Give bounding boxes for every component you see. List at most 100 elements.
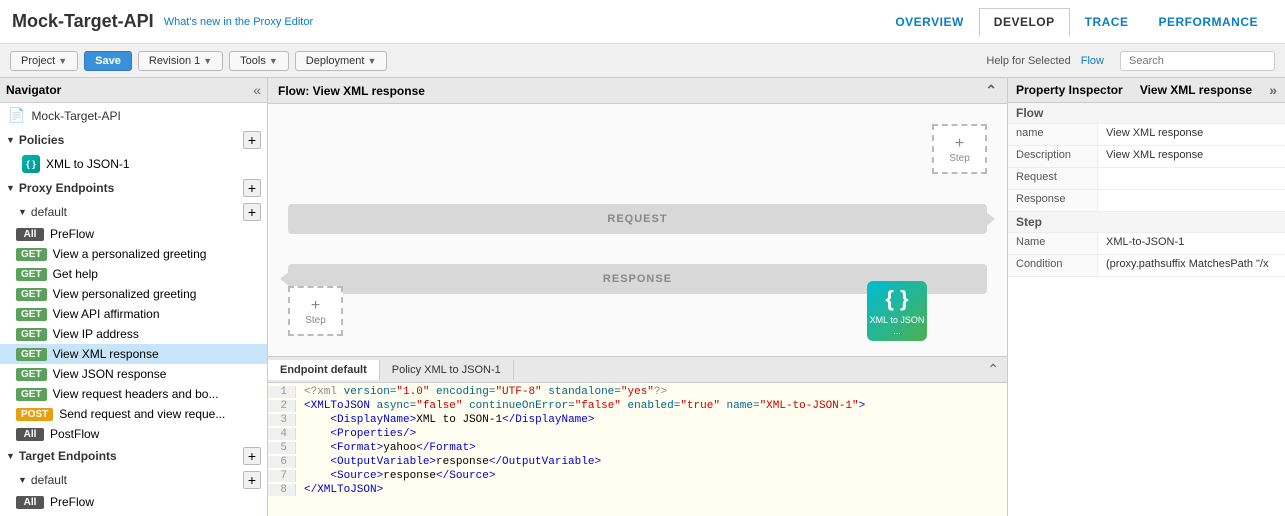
main-layout: Navigator « 📄 Mock-Target-API ▼ Policies… bbox=[0, 78, 1285, 516]
right-panel-header: Property Inspector View XML response » bbox=[1008, 78, 1285, 103]
proxy-endpoints-add-button[interactable]: + bbox=[243, 179, 261, 197]
navigator-title: Navigator bbox=[6, 83, 61, 97]
deployment-dropdown[interactable]: Deployment ▼ bbox=[295, 51, 388, 71]
flow-postflow[interactable]: All PostFlow bbox=[0, 424, 267, 444]
flow-label-5: View XML response bbox=[53, 347, 159, 361]
doc-icon: 📄 bbox=[8, 107, 25, 124]
policies-section-header[interactable]: ▼ Policies + bbox=[0, 128, 267, 152]
property-inspector-title: Property Inspector bbox=[1016, 83, 1123, 97]
flow-view-ip[interactable]: GET View IP address bbox=[0, 324, 267, 344]
flow-view-xml[interactable]: GET View XML response bbox=[0, 344, 267, 364]
flow-view-headers[interactable]: GET View request headers and bo... bbox=[0, 384, 267, 404]
code-line-4: 4 <Properties/> bbox=[268, 427, 1007, 441]
flow-send-request[interactable]: POST Send request and view reque... bbox=[0, 404, 267, 424]
line-num-8: 8 bbox=[268, 484, 296, 496]
step-box-bottom[interactable]: + Step bbox=[288, 286, 343, 336]
code-area: 1 <?xml version="1.0" encoding="UTF-8" s… bbox=[268, 383, 1007, 516]
prop-key-name: name bbox=[1008, 124, 1098, 145]
default-endpoint-label: default bbox=[31, 205, 67, 219]
flow-expand-icon[interactable]: ⌃ bbox=[985, 82, 997, 99]
badge-get-0: GET bbox=[16, 248, 47, 261]
bottom-section: Endpoint default Policy XML to JSON-1 ⌃ … bbox=[268, 356, 1007, 516]
default-add-button[interactable]: + bbox=[243, 203, 261, 221]
policy-xml-icon: { } bbox=[22, 155, 40, 173]
toolbar: Project ▼ Save Revision 1 ▼ Tools ▼ Depl… bbox=[0, 44, 1285, 78]
tab-policy-xml[interactable]: Policy XML to JSON-1 bbox=[380, 360, 514, 380]
sidebar-header: Navigator « bbox=[0, 78, 267, 103]
target-endpoints-add-button[interactable]: + bbox=[243, 447, 261, 465]
line-num-3: 3 bbox=[268, 414, 296, 426]
code-line-7: 7 <Source>response</Source> bbox=[268, 469, 1007, 483]
save-button[interactable]: Save bbox=[84, 51, 132, 71]
tools-dropdown[interactable]: Tools ▼ bbox=[229, 51, 289, 71]
prop-row-name: name View XML response bbox=[1008, 124, 1285, 146]
prop-row-step-name: Name XML-to-JSON-1 bbox=[1008, 233, 1285, 255]
right-panel: Property Inspector View XML response » F… bbox=[1007, 78, 1285, 516]
flow-preflow[interactable]: All PreFlow bbox=[0, 224, 267, 244]
nav-tabs: OVERVIEW DEVELOP TRACE PERFORMANCE bbox=[880, 8, 1273, 36]
flow-view-json[interactable]: GET View JSON response bbox=[0, 364, 267, 384]
tab-develop[interactable]: DEVELOP bbox=[979, 8, 1070, 36]
badge-post-0: POST bbox=[16, 408, 53, 421]
sidebar-root-item[interactable]: 📄 Mock-Target-API bbox=[0, 103, 267, 128]
flow-view-affirmation[interactable]: GET View API affirmation bbox=[0, 304, 267, 324]
bottom-expand-icon[interactable]: ⌃ bbox=[979, 357, 1007, 382]
flow-view-personalized[interactable]: GET View personalized greeting bbox=[0, 284, 267, 304]
flow-get-help[interactable]: GET Get help bbox=[0, 264, 267, 284]
right-expand-icon[interactable]: » bbox=[1269, 82, 1277, 98]
prop-key-description: Description bbox=[1008, 146, 1098, 167]
target-endpoints-section[interactable]: ▼ Target Endpoints + bbox=[0, 444, 267, 468]
prop-val-request bbox=[1098, 168, 1285, 189]
flow-link[interactable]: Flow bbox=[1081, 55, 1104, 67]
prop-key-step-name: Name bbox=[1008, 233, 1098, 254]
target-preflow[interactable]: All PreFlow bbox=[0, 492, 267, 512]
policy-xml-to-json[interactable]: { } XML to JSON-1 bbox=[0, 152, 267, 176]
request-row: REQUEST bbox=[268, 204, 1007, 234]
project-dropdown[interactable]: Project ▼ bbox=[10, 51, 78, 71]
flow-label-1: Get help bbox=[53, 267, 98, 281]
target-default-triangle: ▼ bbox=[18, 475, 27, 485]
tab-endpoint-default[interactable]: Endpoint default bbox=[268, 360, 380, 380]
code-content-2: <XMLToJSON async="false" continueOnError… bbox=[304, 400, 1007, 412]
target-default-add-button[interactable]: + bbox=[243, 471, 261, 489]
tab-trace[interactable]: TRACE bbox=[1070, 8, 1144, 36]
tab-overview[interactable]: OVERVIEW bbox=[880, 8, 978, 36]
target-default-header[interactable]: ▼ default + bbox=[0, 468, 267, 492]
revision-dropdown[interactable]: Revision 1 ▼ bbox=[138, 51, 223, 71]
code-content-8: </XMLToJSON> bbox=[304, 484, 1007, 496]
badge-get-5: GET bbox=[16, 348, 47, 361]
policy-node-label: XML to JSON ... bbox=[867, 315, 927, 337]
line-num-6: 6 bbox=[268, 456, 296, 468]
policies-add-button[interactable]: + bbox=[243, 131, 261, 149]
proxy-endpoints-label: Proxy Endpoints bbox=[19, 181, 114, 195]
flow-label-9: PostFlow bbox=[50, 427, 99, 441]
tab-performance[interactable]: PERFORMANCE bbox=[1143, 8, 1273, 36]
code-content-4: <Properties/> bbox=[304, 428, 1007, 440]
target-triangle: ▼ bbox=[6, 451, 15, 461]
prop-key-condition: Condition bbox=[1008, 255, 1098, 276]
prop-val-description: View XML response bbox=[1098, 146, 1285, 167]
step-box-top[interactable]: + Step bbox=[932, 124, 987, 174]
proxy-endpoints-section[interactable]: ▼ Proxy Endpoints + bbox=[0, 176, 267, 200]
flow-label-7: View request headers and bo... bbox=[53, 387, 219, 401]
flow-title: Flow: View XML response bbox=[278, 84, 425, 98]
prop-val-condition: (proxy.pathsuffix MatchesPath "/x bbox=[1098, 255, 1285, 276]
center-panel: Flow: View XML response ⌃ + Step REQUEST… bbox=[268, 78, 1007, 516]
badge-get-2: GET bbox=[16, 288, 47, 301]
policy-node[interactable]: { } XML to JSON ... bbox=[867, 281, 927, 341]
code-line-1: 1 <?xml version="1.0" encoding="UTF-8" s… bbox=[268, 385, 1007, 399]
default-endpoint-header[interactable]: ▼ default + bbox=[0, 200, 267, 224]
sidebar: Navigator « 📄 Mock-Target-API ▼ Policies… bbox=[0, 78, 268, 516]
code-line-2: 2 <XMLToJSON async="false" continueOnErr… bbox=[268, 399, 1007, 413]
property-inspector-subtitle: View XML response bbox=[1140, 83, 1252, 97]
target-endpoints-label: Target Endpoints bbox=[19, 449, 117, 463]
flow-personalized-greeting[interactable]: GET View a personalized greeting bbox=[0, 244, 267, 264]
badge-all-target: All bbox=[16, 496, 44, 509]
whats-new-link[interactable]: What's new in the Proxy Editor bbox=[164, 16, 313, 28]
badge-get-4: GET bbox=[16, 328, 47, 341]
sidebar-collapse-button[interactable]: « bbox=[253, 82, 261, 98]
code-content-6: <OutputVariable>response</OutputVariable… bbox=[304, 456, 1007, 468]
line-num-4: 4 bbox=[268, 428, 296, 440]
search-input[interactable] bbox=[1120, 51, 1275, 71]
flow-label-8: Send request and view reque... bbox=[59, 407, 225, 421]
